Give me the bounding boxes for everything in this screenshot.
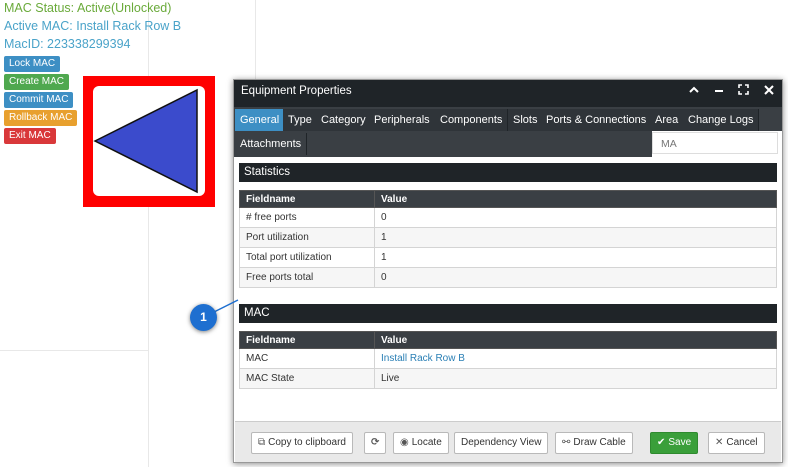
tab-type[interactable]: Type xyxy=(283,109,318,131)
value-cell: 1 xyxy=(374,227,777,248)
fieldname-cell: Free ports total xyxy=(239,267,375,288)
tab-bar-row2: Attachments MA xyxy=(234,131,782,157)
fieldname-cell: Port utilization xyxy=(239,227,375,248)
refresh-button[interactable]: ⟳ xyxy=(364,432,387,454)
equipment-properties-dialog: Equipment Properties General Type Catego… xyxy=(233,79,783,463)
dependency-view-button[interactable]: Dependency View xyxy=(454,432,549,454)
preview-canvas xyxy=(93,86,205,196)
tab-filter-input[interactable]: MA xyxy=(652,132,778,154)
equipment-preview[interactable] xyxy=(83,76,215,207)
cancel-button[interactable]: ✕ Cancel xyxy=(708,432,765,454)
value-cell: Install Rack Row B xyxy=(374,348,777,369)
fieldname-cell: Total port utilization xyxy=(239,247,375,268)
mac-status-text: MAC Status: Active(Unlocked) xyxy=(4,1,172,15)
tab-attachments[interactable]: Attachments xyxy=(235,133,308,155)
column-header: Fieldname xyxy=(239,331,375,349)
table-row: MAC State Live xyxy=(239,368,777,389)
save-button[interactable]: ✔ Save xyxy=(650,432,699,454)
fieldname-cell: MAC xyxy=(239,348,375,369)
button-label: Save xyxy=(668,437,692,448)
draw-cable-button[interactable]: ⚯ Draw Cable xyxy=(555,432,633,454)
callout-badge: 1 xyxy=(190,304,217,331)
close-icon: ✕ xyxy=(715,437,724,448)
tab-category[interactable]: Category xyxy=(316,109,372,131)
button-label: Draw Cable xyxy=(573,437,626,448)
dialog-title: Equipment Properties xyxy=(241,85,352,97)
tab-components[interactable]: Components xyxy=(435,109,509,131)
tab-bar: General Type Category Peripherals Compon… xyxy=(234,107,782,131)
mac-table: Fieldname Value MAC Install Rack Row B M… xyxy=(239,331,777,389)
chevron-up-icon[interactable] xyxy=(689,84,699,98)
tab-ports-connections[interactable]: Ports & Connections xyxy=(541,109,653,131)
mac-link[interactable]: Install Rack Row B xyxy=(381,353,465,364)
commit-mac-button[interactable]: Commit MAC xyxy=(4,92,74,108)
button-label: Copy to clipboard xyxy=(268,437,346,448)
column-header: Fieldname xyxy=(239,190,375,208)
dialog-content[interactable]: Statistics Fieldname Value # free ports … xyxy=(235,157,781,421)
expand-icon[interactable] xyxy=(738,84,749,98)
value-cell: 0 xyxy=(374,207,777,228)
exit-mac-button[interactable]: Exit MAC xyxy=(4,128,56,144)
tab-change-logs[interactable]: Change Logs xyxy=(683,109,760,131)
grid-line xyxy=(148,0,149,467)
table-row: # free ports 0 xyxy=(239,207,777,228)
minimize-icon[interactable] xyxy=(714,84,724,98)
cable-icon: ⚯ xyxy=(562,437,571,448)
value-cell: Live xyxy=(374,368,777,389)
grid-line xyxy=(255,0,256,80)
statistics-table: Fieldname Value # free ports 0 Port util… xyxy=(239,190,777,288)
tab-peripherals[interactable]: Peripherals xyxy=(369,109,436,131)
grid-line xyxy=(0,350,148,351)
column-header: Value xyxy=(374,331,777,349)
dialog-footer: ⧉ Copy to clipboard ⟳ ◉ Locate Dependency … xyxy=(235,421,781,462)
statistics-section-title: Statistics xyxy=(239,163,777,182)
dialog-titlebar[interactable]: Equipment Properties xyxy=(234,80,782,107)
button-label: Locate xyxy=(411,437,442,448)
mac-section-title: MAC xyxy=(239,304,777,323)
rollback-mac-button[interactable]: Rollback MAC xyxy=(4,110,78,126)
tab-area[interactable]: Area xyxy=(650,109,685,131)
locate-icon: ◉ xyxy=(400,437,409,448)
locate-button[interactable]: ◉ Locate xyxy=(393,432,449,454)
check-icon: ✔ xyxy=(657,437,666,448)
value-cell: 1 xyxy=(374,247,777,268)
active-mac-text: Active MAC: Install Rack Row B xyxy=(4,19,182,33)
table-row: Free ports total 0 xyxy=(239,267,777,288)
lock-mac-button[interactable]: Lock MAC xyxy=(4,56,61,72)
fieldname-cell: MAC State xyxy=(239,368,375,389)
close-icon[interactable] xyxy=(764,84,774,98)
mac-id-text: MacID: 223338299394 xyxy=(4,37,131,51)
value-cell: 0 xyxy=(374,267,777,288)
button-label: Cancel xyxy=(726,437,758,448)
copy-icon: ⧉ xyxy=(258,437,266,448)
table-row: MAC Install Rack Row B xyxy=(239,348,777,369)
triangle-shape xyxy=(93,88,198,194)
create-mac-button[interactable]: Create MAC xyxy=(4,74,70,90)
copy-to-clipboard-button[interactable]: ⧉ Copy to clipboard xyxy=(251,432,353,454)
table-row: Port utilization 1 xyxy=(239,227,777,248)
tab-general[interactable]: General xyxy=(235,109,286,131)
fieldname-cell: # free ports xyxy=(239,207,375,228)
refresh-icon: ⟳ xyxy=(371,437,380,448)
column-header: Value xyxy=(374,190,777,208)
table-row: Total port utilization 1 xyxy=(239,247,777,268)
tab-slots[interactable]: Slots xyxy=(508,109,544,131)
